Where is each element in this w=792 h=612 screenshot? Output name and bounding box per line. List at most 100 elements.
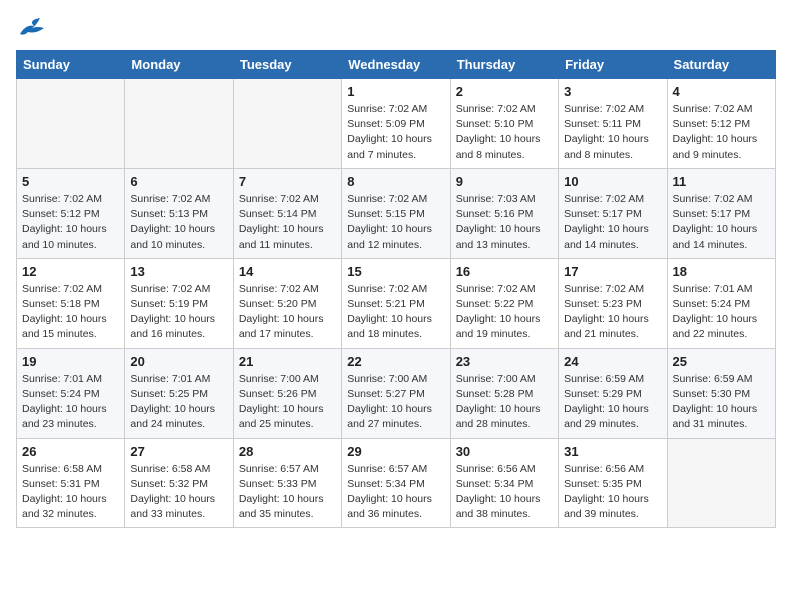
day-number: 23 [456,354,553,369]
logo-bird-icon [18,16,46,38]
calendar-cell: 15 Sunrise: 7:02 AM Sunset: 5:21 PM Dayli… [342,258,450,348]
calendar-cell: 23 Sunrise: 7:00 AM Sunset: 5:28 PM Dayli… [450,348,558,438]
calendar-cell: 6 Sunrise: 7:02 AM Sunset: 5:13 PM Daylig… [125,168,233,258]
day-info: Sunrise: 6:56 AM Sunset: 5:34 PM Dayligh… [456,462,553,523]
day-info: Sunrise: 6:58 AM Sunset: 5:32 PM Dayligh… [130,462,227,523]
day-number: 27 [130,444,227,459]
weekday-header-monday: Monday [125,51,233,79]
day-info: Sunrise: 7:02 AM Sunset: 5:23 PM Dayligh… [564,282,661,343]
day-number: 21 [239,354,336,369]
day-info: Sunrise: 6:58 AM Sunset: 5:31 PM Dayligh… [22,462,119,523]
calendar-cell: 10Sunrise: 7:02 AM Sunset: 5:17 PM Dayli… [559,168,667,258]
calendar-header [16,16,776,38]
calendar-cell: 16Sunrise: 7:02 AM Sunset: 5:22 PM Dayli… [450,258,558,348]
calendar-cell: 21 Sunrise: 7:00 AM Sunset: 5:26 PM Dayli… [233,348,341,438]
day-info: Sunrise: 7:01 AM Sunset: 5:24 PM Dayligh… [673,282,770,343]
calendar-week-row: 12Sunrise: 7:02 AM Sunset: 5:18 PM Dayli… [17,258,776,348]
calendar-cell: 27 Sunrise: 6:58 AM Sunset: 5:32 PM Dayli… [125,438,233,528]
day-number: 6 [130,174,227,189]
day-info: Sunrise: 7:00 AM Sunset: 5:27 PM Dayligh… [347,372,444,433]
day-number: 4 [673,84,770,99]
day-number: 14 [239,264,336,279]
calendar-week-row: 1 Sunrise: 7:02 AM Sunset: 5:09 PM Daylig… [17,79,776,169]
day-info: Sunrise: 7:02 AM Sunset: 5:09 PM Dayligh… [347,102,444,163]
calendar-cell: 31Sunrise: 6:56 AM Sunset: 5:35 PM Dayli… [559,438,667,528]
calendar-cell: 5 Sunrise: 7:02 AM Sunset: 5:12 PM Daylig… [17,168,125,258]
day-number: 22 [347,354,444,369]
calendar-cell: 11 Sunrise: 7:02 AM Sunset: 5:17 PM Dayli… [667,168,775,258]
logo [16,16,46,38]
day-number: 15 [347,264,444,279]
day-info: Sunrise: 7:02 AM Sunset: 5:17 PM Dayligh… [673,192,770,253]
weekday-header-thursday: Thursday [450,51,558,79]
day-number: 25 [673,354,770,369]
calendar-cell: 17 Sunrise: 7:02 AM Sunset: 5:23 PM Dayli… [559,258,667,348]
calendar-cell: 19 Sunrise: 7:01 AM Sunset: 5:24 PM Dayli… [17,348,125,438]
day-info: Sunrise: 7:01 AM Sunset: 5:24 PM Dayligh… [22,372,119,433]
day-number: 19 [22,354,119,369]
calendar-cell: 1 Sunrise: 7:02 AM Sunset: 5:09 PM Daylig… [342,79,450,169]
calendar-cell: 18 Sunrise: 7:01 AM Sunset: 5:24 PM Dayli… [667,258,775,348]
day-number: 12 [22,264,119,279]
calendar-cell: 28Sunrise: 6:57 AM Sunset: 5:33 PM Dayli… [233,438,341,528]
day-number: 9 [456,174,553,189]
day-number: 3 [564,84,661,99]
day-info: Sunrise: 7:02 AM Sunset: 5:14 PM Dayligh… [239,192,336,253]
weekday-header-tuesday: Tuesday [233,51,341,79]
day-number: 31 [564,444,661,459]
calendar-cell [125,79,233,169]
calendar-cell: 9 Sunrise: 7:03 AM Sunset: 5:16 PM Daylig… [450,168,558,258]
day-number: 5 [22,174,119,189]
day-number: 26 [22,444,119,459]
calendar-week-row: 19 Sunrise: 7:01 AM Sunset: 5:24 PM Dayli… [17,348,776,438]
day-info: Sunrise: 7:02 AM Sunset: 5:21 PM Dayligh… [347,282,444,343]
day-info: Sunrise: 7:02 AM Sunset: 5:17 PM Dayligh… [564,192,661,253]
calendar-week-row: 26 Sunrise: 6:58 AM Sunset: 5:31 PM Dayli… [17,438,776,528]
calendar-cell: 29Sunrise: 6:57 AM Sunset: 5:34 PM Dayli… [342,438,450,528]
calendar-cell: 12Sunrise: 7:02 AM Sunset: 5:18 PM Dayli… [17,258,125,348]
day-info: Sunrise: 7:02 AM Sunset: 5:12 PM Dayligh… [673,102,770,163]
calendar-cell: 22 Sunrise: 7:00 AM Sunset: 5:27 PM Dayli… [342,348,450,438]
calendar-cell: 7 Sunrise: 7:02 AM Sunset: 5:14 PM Daylig… [233,168,341,258]
calendar-cell: 26 Sunrise: 6:58 AM Sunset: 5:31 PM Dayli… [17,438,125,528]
day-number: 7 [239,174,336,189]
day-info: Sunrise: 7:02 AM Sunset: 5:13 PM Dayligh… [130,192,227,253]
calendar-cell: 13Sunrise: 7:02 AM Sunset: 5:19 PM Dayli… [125,258,233,348]
weekday-header-wednesday: Wednesday [342,51,450,79]
day-number: 16 [456,264,553,279]
calendar-cell: 14 Sunrise: 7:02 AM Sunset: 5:20 PM Dayli… [233,258,341,348]
calendar-cell [667,438,775,528]
day-info: Sunrise: 7:02 AM Sunset: 5:11 PM Dayligh… [564,102,661,163]
day-info: Sunrise: 6:59 AM Sunset: 5:30 PM Dayligh… [673,372,770,433]
day-info: Sunrise: 7:00 AM Sunset: 5:28 PM Dayligh… [456,372,553,433]
day-info: Sunrise: 7:03 AM Sunset: 5:16 PM Dayligh… [456,192,553,253]
calendar-cell [17,79,125,169]
day-info: Sunrise: 7:00 AM Sunset: 5:26 PM Dayligh… [239,372,336,433]
day-number: 30 [456,444,553,459]
day-info: Sunrise: 6:59 AM Sunset: 5:29 PM Dayligh… [564,372,661,433]
day-number: 1 [347,84,444,99]
day-number: 17 [564,264,661,279]
calendar-cell: 3 Sunrise: 7:02 AM Sunset: 5:11 PM Daylig… [559,79,667,169]
calendar-table: SundayMondayTuesdayWednesdayThursdayFrid… [16,50,776,528]
weekday-header-friday: Friday [559,51,667,79]
day-info: Sunrise: 7:02 AM Sunset: 5:10 PM Dayligh… [456,102,553,163]
calendar-cell: 25 Sunrise: 6:59 AM Sunset: 5:30 PM Dayli… [667,348,775,438]
day-info: Sunrise: 7:02 AM Sunset: 5:15 PM Dayligh… [347,192,444,253]
day-info: Sunrise: 6:57 AM Sunset: 5:34 PM Dayligh… [347,462,444,523]
day-number: 20 [130,354,227,369]
day-number: 11 [673,174,770,189]
calendar-week-row: 5 Sunrise: 7:02 AM Sunset: 5:12 PM Daylig… [17,168,776,258]
day-info: Sunrise: 6:57 AM Sunset: 5:33 PM Dayligh… [239,462,336,523]
calendar-cell: 30 Sunrise: 6:56 AM Sunset: 5:34 PM Dayli… [450,438,558,528]
day-info: Sunrise: 7:02 AM Sunset: 5:20 PM Dayligh… [239,282,336,343]
day-info: Sunrise: 7:02 AM Sunset: 5:12 PM Dayligh… [22,192,119,253]
calendar-cell: 4 Sunrise: 7:02 AM Sunset: 5:12 PM Daylig… [667,79,775,169]
weekday-header-row: SundayMondayTuesdayWednesdayThursdayFrid… [17,51,776,79]
day-number: 18 [673,264,770,279]
day-number: 8 [347,174,444,189]
weekday-header-sunday: Sunday [17,51,125,79]
day-number: 24 [564,354,661,369]
calendar-cell [233,79,341,169]
day-info: Sunrise: 7:01 AM Sunset: 5:25 PM Dayligh… [130,372,227,433]
